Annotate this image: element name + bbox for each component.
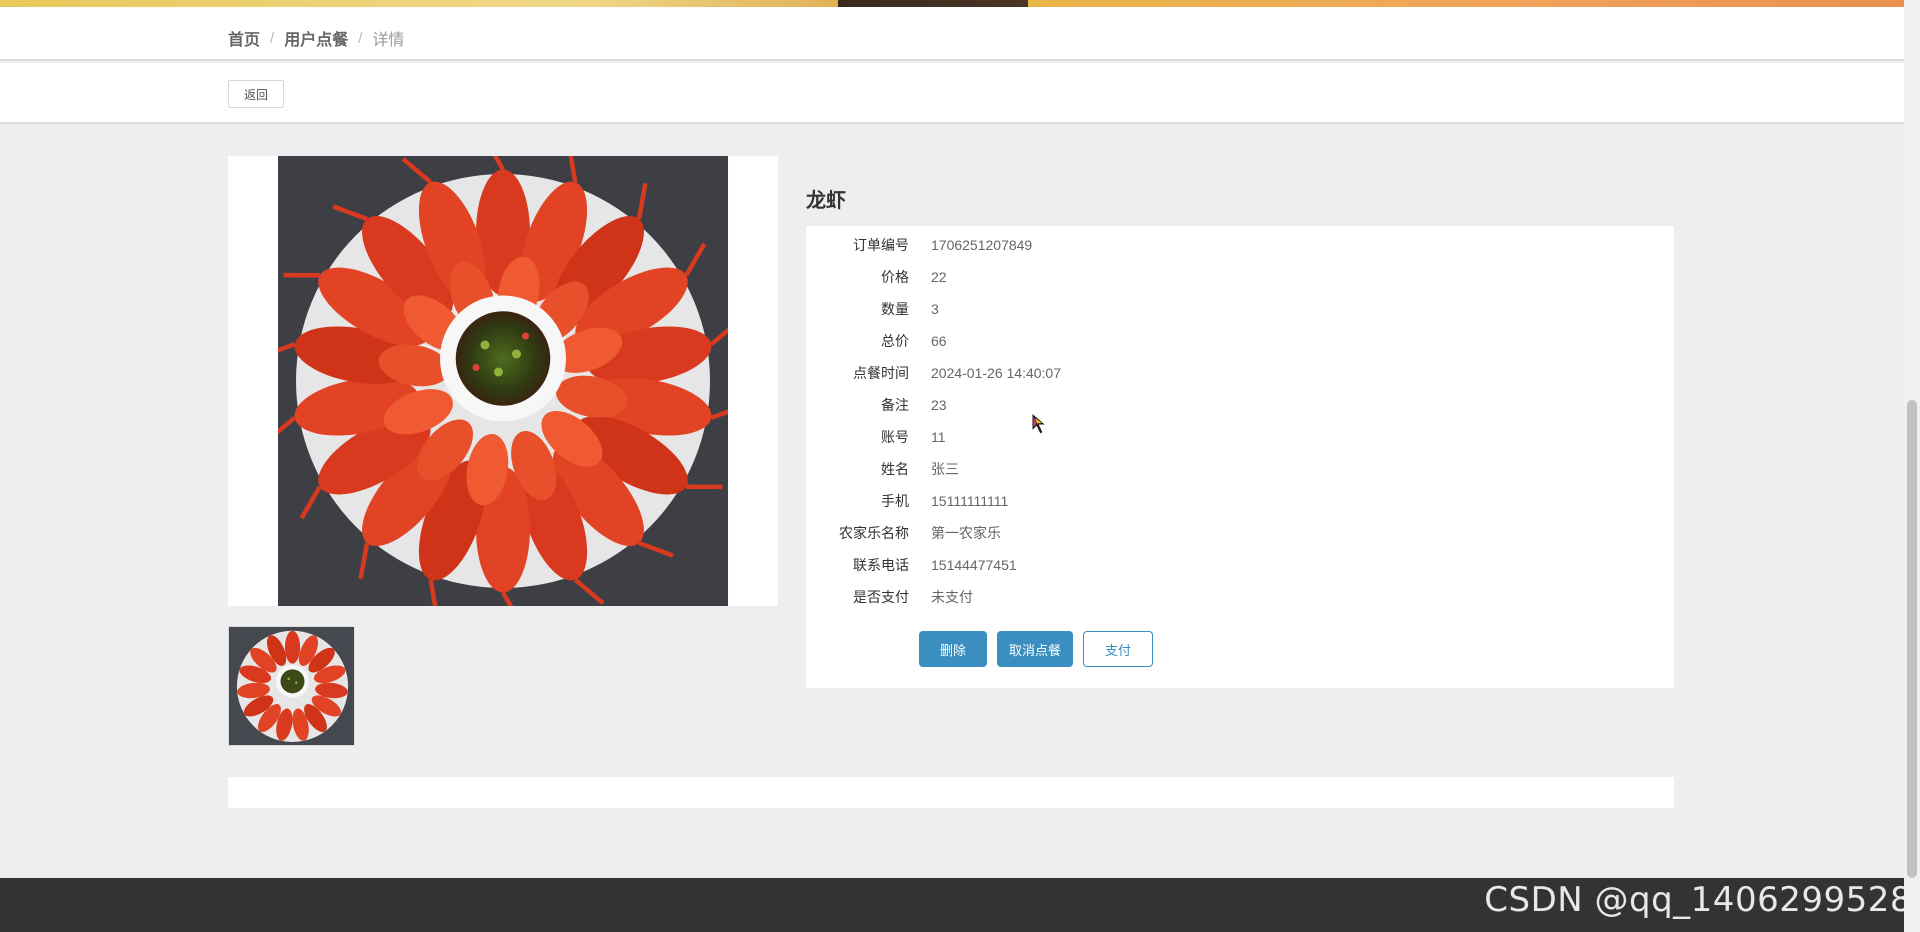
field-value: 1706251207849 [931,237,1033,253]
field-row-farmhouse-name: 农家乐名称 第一农家乐 [806,517,1674,549]
breadcrumb-bar: 首页 / 用户点餐 / 详情 [0,7,1904,61]
back-button[interactable]: 返回 [228,80,284,108]
field-value: 11 [931,429,946,445]
field-row-mobile: 手机 15111111111 [806,485,1674,517]
content-bottom-panel [228,777,1674,808]
field-value: 3 [931,301,939,317]
field-value: 66 [931,333,947,349]
field-value: 2024-01-26 14:40:07 [931,365,1061,381]
breadcrumb-separator: / [358,29,363,47]
field-row-price: 价格 22 [806,261,1674,293]
field-label: 订单编号 [853,237,909,253]
pay-button[interactable]: 支付 [1083,631,1153,667]
field-value: 15111111111 [931,493,1009,509]
field-value: 未支付 [931,589,973,605]
field-label: 数量 [881,301,909,317]
field-label: 点餐时间 [853,365,909,381]
field-value: 第一农家乐 [931,525,1001,541]
field-row-quantity: 数量 3 [806,293,1674,325]
field-label: 是否支付 [853,589,909,605]
crayfish-dish-photo-icon [278,156,728,606]
delete-button[interactable]: 删除 [919,631,987,667]
field-row-name: 姓名 张三 [806,453,1674,485]
scrollbar-thumb[interactable] [1907,400,1917,878]
field-value: 22 [931,269,947,285]
main-image-container [228,156,778,606]
field-label: 农家乐名称 [839,525,909,541]
breadcrumb: 首页 / 用户点餐 / 详情 [228,26,404,50]
dish-thumbnail[interactable] [228,626,355,746]
field-label: 姓名 [881,461,909,477]
field-label: 备注 [881,397,909,413]
field-label: 价格 [881,269,909,285]
breadcrumb-home-link[interactable]: 首页 [228,26,260,50]
field-row-order-number: 订单编号 1706251207849 [806,229,1674,261]
field-row-contact-phone: 联系电话 15144477451 [806,549,1674,581]
field-value: 张三 [931,461,959,477]
product-title: 龙虾 [806,190,846,212]
field-label: 手机 [881,493,909,509]
field-label: 账号 [881,429,909,445]
field-label: 联系电话 [853,557,909,573]
breadcrumb-current: 详情 [372,32,405,49]
action-bar: 返回 [0,63,1904,124]
dish-main-image [278,156,728,606]
cancel-order-button[interactable]: 取消点餐 [997,631,1073,667]
field-row-order-time: 点餐时间 2024-01-26 14:40:07 [806,357,1674,389]
field-row-payment-status: 是否支付 未支付 [806,581,1674,613]
watermark-text: CSDN @qq_1406299528 [1484,880,1912,920]
breadcrumb-separator: / [270,29,275,47]
top-banner [0,0,1904,7]
field-value: 15144477451 [931,557,1017,573]
field-row-remark: 备注 23 [806,389,1674,421]
crayfish-thumbnail-icon [229,627,354,745]
field-label: 总价 [881,333,909,349]
field-row-total: 总价 66 [806,325,1674,357]
order-detail-panel: 订单编号 1706251207849 价格 22 数量 3 总价 66 点餐时间… [806,226,1674,688]
breadcrumb-section-link[interactable]: 用户点餐 [284,26,348,50]
field-value: 23 [931,397,947,413]
mouse-cursor-icon [1031,412,1048,435]
field-row-account: 账号 11 [806,421,1674,453]
